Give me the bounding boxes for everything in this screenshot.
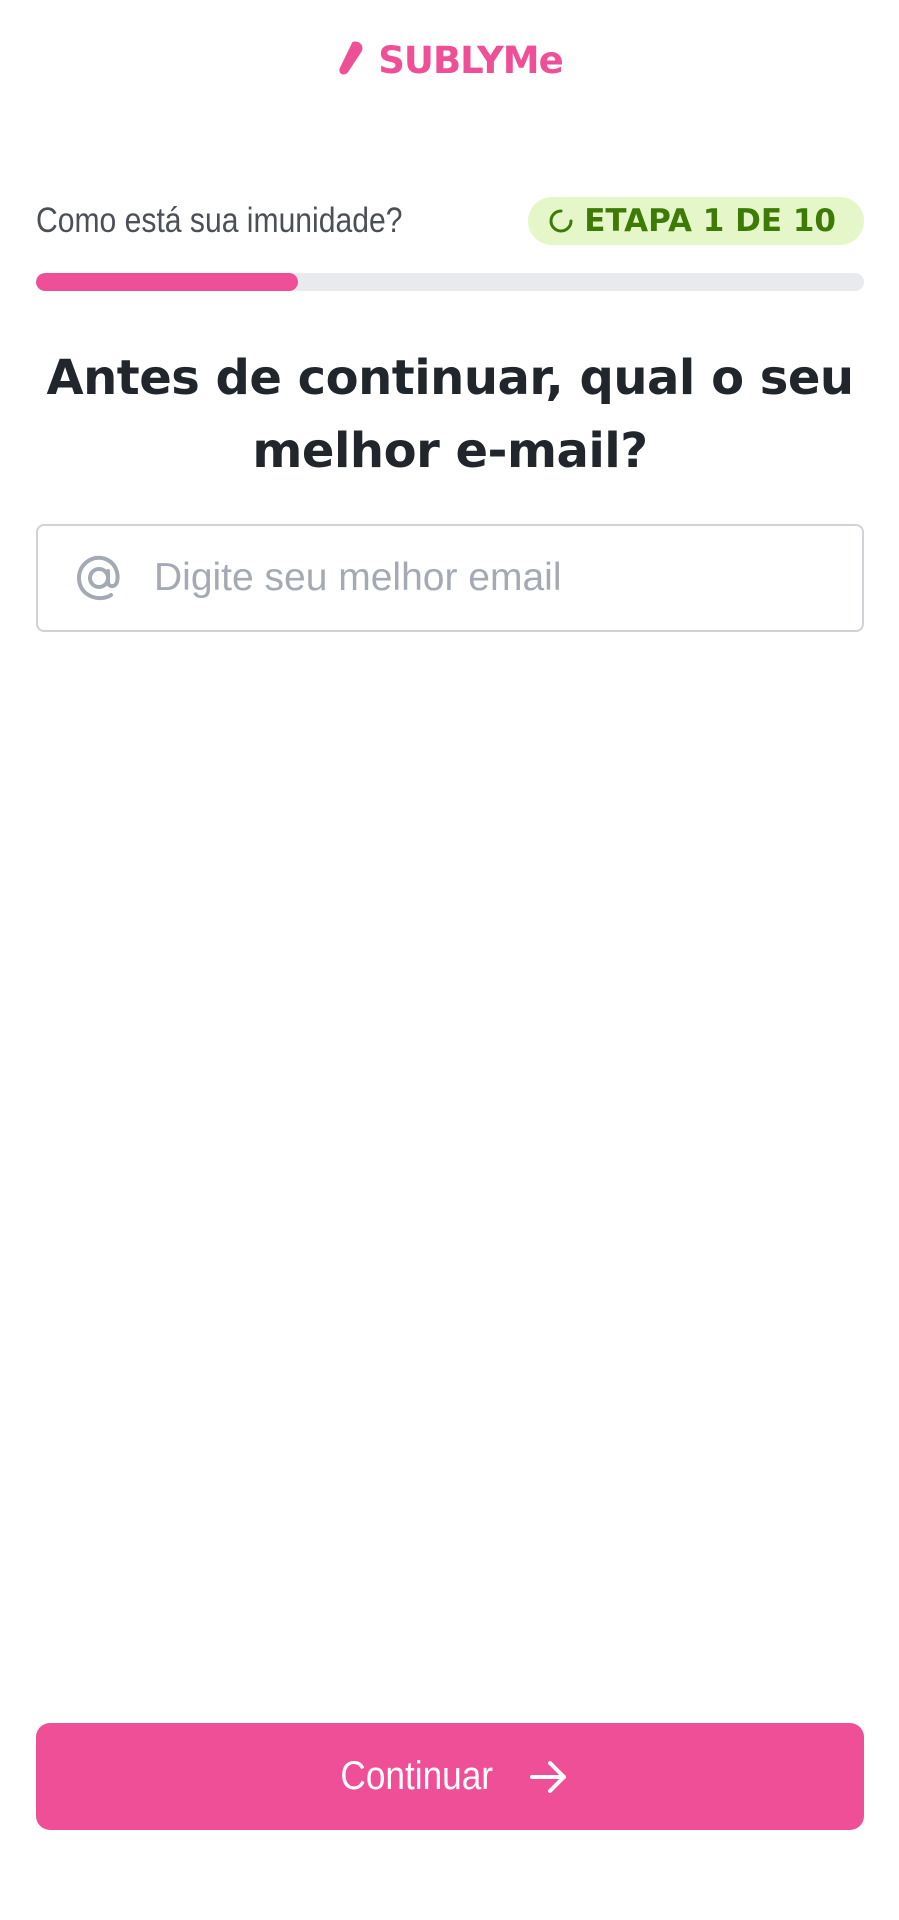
question-heading: Antes de continuar, qual o seu melhor e-… xyxy=(46,350,854,479)
quiz-header: Como está sua imunidade? ETAPA 1 DE 10 xyxy=(36,196,864,246)
brand-name: SUBLYMe xyxy=(378,38,563,82)
arrow-right-icon xyxy=(529,1760,566,1793)
step-counter: ETAPA 1 DE 10 xyxy=(584,203,836,239)
loading-spinner-icon xyxy=(549,209,573,233)
email-input[interactable] xyxy=(154,526,862,630)
progress-bar-fill xyxy=(36,273,298,291)
leaf-pill-icon xyxy=(339,41,363,75)
progress-bar xyxy=(36,273,864,291)
continue-button-label: Continuar xyxy=(340,1754,494,1798)
at-sign-icon xyxy=(76,555,120,601)
step-badge: ETAPA 1 DE 10 xyxy=(528,197,864,245)
email-field[interactable] xyxy=(36,524,864,632)
brand-logo: SUBLYMe xyxy=(0,40,899,80)
quiz-title: Como está sua imunidade? xyxy=(36,201,403,240)
continue-button[interactable]: Continuar xyxy=(36,1723,864,1830)
